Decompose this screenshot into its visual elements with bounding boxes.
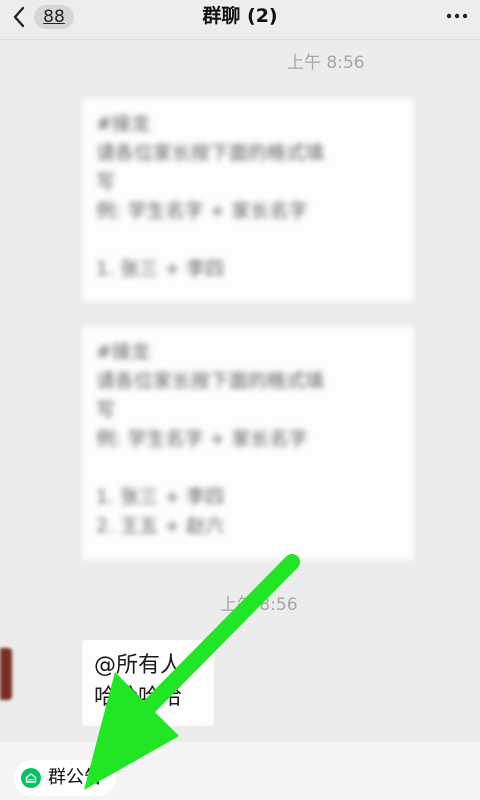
message-timestamp: 上午 8:56: [287, 53, 365, 73]
chevron-left-icon: [13, 6, 25, 28]
message-line: 例: 学生名字 + 家长名字: [96, 200, 308, 222]
unread-count-badge: 88: [34, 5, 74, 29]
message-line: 1. 张三 + 李四: [96, 258, 225, 280]
message-line: 写: [96, 171, 116, 193]
message-line: 写: [96, 399, 116, 421]
message-timestamp: 上午 8:56: [220, 595, 298, 615]
chat-title: 群聊 (2): [202, 5, 278, 27]
message-line: #接龙: [96, 341, 150, 363]
message-line: #接龙: [96, 113, 150, 135]
message-line: 1. 张三 + 李四: [96, 486, 225, 508]
back-button[interactable]: 88: [12, 2, 84, 32]
message-line: 2. 王五 + 赵六: [96, 515, 225, 537]
message-line: 请各位家长按下面的格式填: [96, 370, 325, 392]
message-line: @所有人: [94, 653, 183, 678]
message-line: 请各位家长按下面的格式填: [96, 142, 325, 164]
message-line: 哈哈哈哈: [94, 685, 183, 710]
more-options-icon[interactable]: [444, 6, 470, 26]
message-bubble-solitaire-1[interactable]: #接龙 请各位家长按下面的格式填 写 例: 学生名字 + 家长名字 1. 张三 …: [82, 98, 414, 302]
sender-avatar[interactable]: [0, 648, 12, 700]
message-bubble-mention[interactable]: @所有人 哈哈哈哈: [82, 640, 214, 726]
message-line: 例: 学生名字 + 家长名字: [96, 428, 308, 450]
navigation-bar: 88 群聊 (2): [0, 0, 480, 40]
message-bubble-solitaire-2[interactable]: #接龙 请各位家长按下面的格式填 写 例: 学生名字 + 家长名字 1. 张三 …: [82, 326, 414, 560]
group-notice-label: 群公告: [48, 767, 102, 788]
group-notice-button[interactable]: 群公告: [14, 760, 116, 796]
group-notice-icon: [21, 768, 41, 788]
